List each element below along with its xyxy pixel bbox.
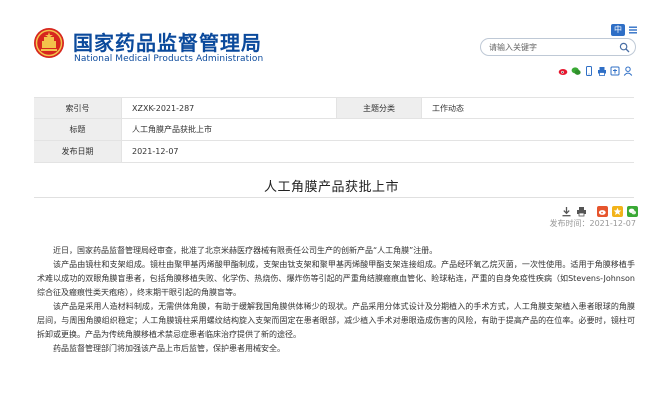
mobile-icon[interactable] [584,61,594,76]
weibo-icon[interactable] [558,61,568,75]
article-body: 近日，国家药品监督管理局经审查，批准了北京米赫医疗器械有限责任公司生产的创新产品… [37,244,635,356]
site-header: 国家药品监督管理局 National Medical Products Admi… [0,0,663,80]
site-title[interactable]: 国家药品监督管理局 [73,27,262,56]
account-icon[interactable] [623,61,633,76]
qzone-share-icon[interactable] [612,202,623,217]
info-row-date: 发布日期 2021-12-07 [34,141,634,163]
accessibility-icon[interactable] [610,61,620,76]
article-tools [561,200,638,217]
date-label: 发布日期 [34,141,122,162]
social-links [558,60,633,76]
site-title-english: National Medical Products Administration [74,54,264,64]
subject-value: 人工角膜产品获批上市 [132,125,212,134]
article-paragraph: 近日，国家药品监督管理局经审查，批准了北京米赫医疗器械有限责任公司生产的创新产品… [53,246,438,255]
article-paragraph: 药品监督管理部门将加强该产品上市后监管，保护患者用械安全。 [53,344,285,353]
article-paragraph: 该产品由镜柱和支架组成。镜柱由聚甲基丙烯酸甲酯制成，支架由钛支架和聚甲基丙烯酸甲… [37,260,635,297]
publish-time: 发布时间：2021-12-07 [549,219,637,228]
search-box [480,38,636,56]
weibo-share-icon[interactable] [597,202,608,217]
article-paragraph: 该产品是采用人造材料制成，无需供体角膜，有助于缓解我国角膜供体稀少的现状。产品采… [37,302,635,339]
download-icon[interactable] [561,202,572,216]
subject-label: 标题 [34,119,122,140]
info-row-index: 索引号 XZXK-2021-287 主题分类 工作动态 [34,97,634,119]
wechat-share-icon[interactable] [627,202,638,217]
language-switch-button[interactable]: 中 [611,24,625,36]
article-title: 人工角膜产品获批上市 [263,180,399,195]
title-divider [34,197,634,198]
info-row-subject: 标题 人工角膜产品获批上市 [34,119,634,141]
info-table: 索引号 XZXK-2021-287 主题分类 工作动态 标题 人工角膜产品获批上… [34,97,634,163]
index-label: 索引号 [34,98,122,118]
wechat-icon[interactable] [571,61,581,75]
category-value: 工作动态 [432,103,464,113]
emblem-icon[interactable] [33,27,65,59]
menu-icon[interactable] [628,25,638,35]
print-icon[interactable] [576,202,587,216]
date-value: 2021-12-07 [132,147,179,156]
search-icon[interactable] [619,42,630,53]
category-label: 主题分类 [336,98,422,118]
search-input[interactable] [489,41,609,54]
index-value: XZXK-2021-287 [132,103,195,113]
print-icon[interactable] [597,61,607,76]
